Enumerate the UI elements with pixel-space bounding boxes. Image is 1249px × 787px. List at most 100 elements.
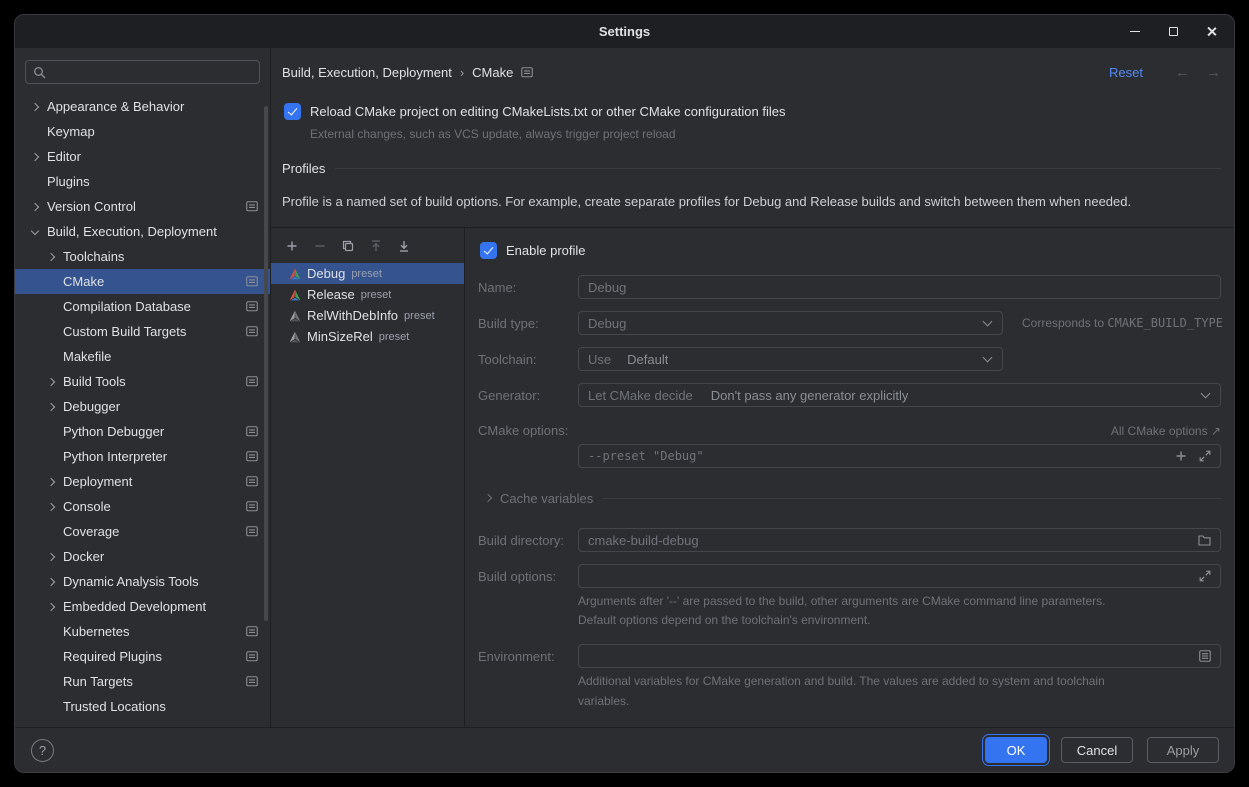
chevron-placeholder: [41, 319, 61, 344]
minimize-icon: [1130, 31, 1140, 32]
sidebar-item-toolchains[interactable]: Toolchains: [15, 244, 270, 269]
browse-folder-icon-button[interactable]: [1198, 535, 1211, 546]
applies-to-project-icon: [246, 326, 258, 337]
dialog-footer: ? OK Cancel Apply: [15, 727, 1234, 772]
chevron-right-icon[interactable]: [41, 594, 61, 619]
chevron-right-icon[interactable]: [41, 369, 61, 394]
applies-to-project-icon: [246, 301, 258, 312]
remove-profile-button[interactable]: [312, 238, 328, 254]
add-profile-button[interactable]: [284, 238, 300, 254]
sidebar-item-python-interpreter[interactable]: Python Interpreter: [15, 444, 270, 469]
profile-item-relwithdebinfo[interactable]: RelWithDebInfopreset: [271, 305, 464, 326]
toolchain-select[interactable]: Use Default: [578, 347, 1003, 371]
all-cmake-options-link[interactable]: All CMake options ↗: [1111, 424, 1221, 438]
breadcrumb-parent[interactable]: Build, Execution, Deployment: [282, 65, 452, 80]
sidebar-item-coverage[interactable]: Coverage: [15, 519, 270, 544]
build-type-select[interactable]: Debug: [578, 311, 1003, 335]
sidebar-item-label: Coverage: [63, 524, 119, 539]
apply-button[interactable]: Apply: [1147, 737, 1219, 763]
sidebar-item-label: Custom Build Targets: [63, 324, 186, 339]
ok-button[interactable]: OK: [985, 737, 1047, 763]
chevron-placeholder: [41, 419, 61, 444]
chevron-right-icon[interactable]: [41, 544, 61, 569]
environment-hint-line: Additional variables for CMake generatio…: [578, 672, 1221, 691]
sidebar-item-docker[interactable]: Docker: [15, 544, 270, 569]
sidebar-item-run-targets[interactable]: Run Targets: [15, 669, 270, 694]
build-options-input[interactable]: [578, 564, 1221, 588]
profile-item-minsizerel[interactable]: MinSizeRel preset: [271, 326, 464, 347]
sidebar-item-label: Embedded Development: [63, 599, 206, 614]
cache-variables-toggle[interactable]: Cache variables: [480, 490, 1221, 506]
sidebar-item-kubernetes[interactable]: Kubernetes: [15, 619, 270, 644]
chevron-right-icon[interactable]: [25, 144, 45, 169]
sidebar-item-build-execution-deployment[interactable]: Build, Execution, Deployment: [15, 219, 270, 244]
chevron-right-icon[interactable]: [41, 244, 61, 269]
environment-input[interactable]: [578, 644, 1221, 668]
breadcrumb-separator-icon: ›: [460, 65, 464, 80]
move-up-button[interactable]: [368, 238, 384, 254]
profiles-description: Profile is a named set of build options.…: [282, 194, 1221, 209]
add-macro-icon-button[interactable]: [1174, 449, 1188, 463]
name-input[interactable]: Debug: [578, 275, 1221, 299]
sidebar-item-compilation-database[interactable]: Compilation Database: [15, 294, 270, 319]
reload-cmake-checkbox[interactable]: [284, 103, 301, 120]
minimize-button[interactable]: [1128, 25, 1142, 39]
chevron-right-icon[interactable]: [25, 194, 45, 219]
cmake-options-row: --preset "Debug": [478, 444, 1221, 468]
build-options-hint: Arguments after '--' are passed to the b…: [578, 592, 1221, 630]
expand-field-icon-button[interactable]: [1199, 570, 1211, 582]
help-button[interactable]: ?: [31, 739, 54, 762]
forward-button[interactable]: →: [1206, 64, 1221, 81]
sidebar-item-plugins[interactable]: Plugins: [15, 169, 270, 194]
sidebar-scrollbar[interactable]: [264, 106, 268, 621]
build-directory-input[interactable]: cmake-build-debug: [578, 528, 1221, 552]
chevron-placeholder: [41, 694, 61, 719]
move-down-button[interactable]: [396, 238, 412, 254]
sidebar-item-embedded-development[interactable]: Embedded Development: [15, 594, 270, 619]
expand-field-icon-button[interactable]: [1199, 450, 1211, 462]
sidebar-item-makefile[interactable]: Makefile: [15, 344, 270, 369]
sidebar-item-custom-build-targets[interactable]: Custom Build Targets: [15, 319, 270, 344]
copy-profile-button[interactable]: [340, 238, 356, 254]
sidebar-item-keymap[interactable]: Keymap: [15, 119, 270, 144]
maximize-button[interactable]: [1166, 25, 1180, 39]
profile-name: MinSizeRel: [307, 329, 373, 344]
name-label: Name:: [478, 280, 578, 295]
sidebar-item-debugger[interactable]: Debugger: [15, 394, 270, 419]
sidebar-item-required-plugins[interactable]: Required Plugins: [15, 644, 270, 669]
cancel-button[interactable]: Cancel: [1061, 737, 1133, 763]
sidebar-item-deployment[interactable]: Deployment: [15, 469, 270, 494]
chevron-right-icon[interactable]: [41, 469, 61, 494]
chevron-right-icon[interactable]: [41, 394, 61, 419]
chevron-down-icon[interactable]: [25, 219, 45, 244]
profiles-list-panel: DebugpresetReleasepresetRelWithDebInfopr…: [271, 228, 465, 727]
environment-variables-icon-button[interactable]: [1199, 650, 1211, 662]
sidebar-item-dynamic-analysis-tools[interactable]: Dynamic Analysis Tools: [15, 569, 270, 594]
profile-item-debug[interactable]: Debugpreset: [271, 263, 464, 284]
profile-preset-tag: preset: [379, 331, 410, 343]
chevron-right-icon[interactable]: [41, 569, 61, 594]
profile-item-release[interactable]: Releasepreset: [271, 284, 464, 305]
settings-search-input[interactable]: [25, 60, 260, 84]
chevron-right-icon[interactable]: [25, 94, 45, 119]
sidebar-item-editor[interactable]: Editor: [15, 144, 270, 169]
breadcrumb-current[interactable]: CMake: [472, 65, 513, 80]
sidebar-item-label: Docker: [63, 549, 104, 564]
sidebar-item-build-tools[interactable]: Build Tools: [15, 369, 270, 394]
close-button[interactable]: [1204, 25, 1218, 39]
environment-row: Environment:: [478, 644, 1221, 668]
toolchain-row: Toolchain: Use Default: [478, 347, 1221, 371]
back-button[interactable]: ←: [1175, 64, 1190, 81]
sidebar-item-console[interactable]: Console: [15, 494, 270, 519]
enable-profile-checkbox[interactable]: [480, 242, 497, 259]
sidebar-item-cmake[interactable]: CMake: [15, 269, 270, 294]
sidebar-item-python-debugger[interactable]: Python Debugger: [15, 419, 270, 444]
sidebar-item-appearance-behavior[interactable]: Appearance & Behavior: [15, 94, 270, 119]
cmake-options-input[interactable]: --preset "Debug": [578, 444, 1221, 468]
sidebar-item-version-control[interactable]: Version Control: [15, 194, 270, 219]
reset-link[interactable]: Reset: [1109, 65, 1143, 80]
chevron-right-icon[interactable]: [41, 494, 61, 519]
sidebar-item-trusted-locations[interactable]: Trusted Locations: [15, 694, 270, 719]
generator-select[interactable]: Let CMake decide Don't pass any generato…: [578, 383, 1221, 407]
profiles-section-title: Profiles: [282, 161, 325, 176]
